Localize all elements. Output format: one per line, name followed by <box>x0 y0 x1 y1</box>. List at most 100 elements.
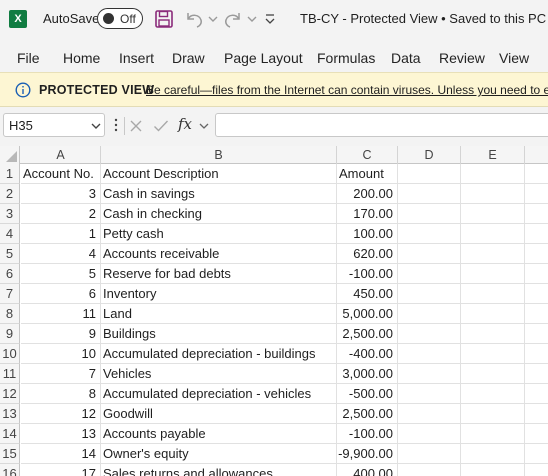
cell-amount[interactable]: 3,000.00 <box>337 364 398 384</box>
cell-empty-d[interactable] <box>398 244 461 264</box>
cell-empty-d[interactable] <box>398 224 461 244</box>
cell-account-no[interactable]: 2 <box>21 204 101 224</box>
cell-empty-f[interactable] <box>525 304 548 324</box>
cell-empty-d[interactable] <box>398 264 461 284</box>
cell-account-description[interactable]: Inventory <box>101 284 337 304</box>
cell-account-no[interactable]: 17 <box>21 464 101 476</box>
cell-empty-d[interactable] <box>398 304 461 324</box>
cell-account-description[interactable]: Sales returns and allowances <box>101 464 337 476</box>
save-icon[interactable] <box>154 9 174 29</box>
cell-account-no[interactable]: 11 <box>21 304 101 324</box>
undo-icon[interactable] <box>183 9 205 29</box>
cell-empty-f[interactable] <box>525 384 548 404</box>
cell-empty-f[interactable] <box>525 164 548 184</box>
cell-empty-d[interactable] <box>398 284 461 304</box>
customize-toolbar-icon[interactable] <box>264 12 276 26</box>
row-header[interactable]: 13 <box>0 404 20 424</box>
cell-account-description[interactable]: Account Description <box>101 164 337 184</box>
cell-empty-d[interactable] <box>398 384 461 404</box>
row-header[interactable]: 14 <box>0 424 20 444</box>
cell-account-description[interactable]: Cash in savings <box>101 184 337 204</box>
cell-account-description[interactable]: Goodwill <box>101 404 337 424</box>
cell-empty-f[interactable] <box>525 324 548 344</box>
row-header[interactable]: 6 <box>0 264 20 284</box>
cell-empty-e[interactable] <box>461 364 525 384</box>
cell-empty-f[interactable] <box>525 224 548 244</box>
row-header[interactable]: 9 <box>0 324 20 344</box>
tab-draw[interactable]: Draw <box>172 50 205 66</box>
tab-page-layout[interactable]: Page Layout <box>224 50 303 66</box>
cell-empty-f[interactable] <box>525 344 548 364</box>
cell-empty-d[interactable] <box>398 444 461 464</box>
cell-empty-e[interactable] <box>461 344 525 364</box>
cell-empty-f[interactable] <box>525 424 548 444</box>
cell-empty-f[interactable] <box>525 244 548 264</box>
fx-chevron-down-icon[interactable] <box>198 120 210 132</box>
cell-amount[interactable]: -500.00 <box>337 384 398 404</box>
cell-empty-e[interactable] <box>461 184 525 204</box>
cell-account-description[interactable]: Buildings <box>101 324 337 344</box>
tab-view[interactable]: View <box>499 50 529 66</box>
cell-amount[interactable]: 2,500.00 <box>337 404 398 424</box>
cell-empty-e[interactable] <box>461 284 525 304</box>
row-header[interactable]: 1 <box>0 164 20 184</box>
column-header-b[interactable]: B <box>101 146 337 164</box>
tab-home[interactable]: Home <box>63 50 100 66</box>
cell-amount[interactable]: -400.00 <box>337 344 398 364</box>
row-header[interactable]: 12 <box>0 384 20 404</box>
select-all-button[interactable] <box>0 146 20 164</box>
cell-empty-e[interactable] <box>461 324 525 344</box>
column-header-a[interactable]: A <box>21 146 101 164</box>
tab-formulas[interactable]: Formulas <box>317 50 375 66</box>
cell-empty-e[interactable] <box>461 204 525 224</box>
row-header[interactable]: 11 <box>0 364 20 384</box>
cell-empty-d[interactable] <box>398 464 461 476</box>
cell-account-no[interactable]: 1 <box>21 224 101 244</box>
row-header[interactable]: 15 <box>0 444 20 464</box>
tab-review[interactable]: Review <box>439 50 485 66</box>
cell-empty-d[interactable] <box>398 164 461 184</box>
cell-account-description[interactable]: Accumulated depreciation - buildings <box>101 344 337 364</box>
tab-data[interactable]: Data <box>391 50 421 66</box>
cell-empty-e[interactable] <box>461 264 525 284</box>
cell-amount[interactable]: 170.00 <box>337 204 398 224</box>
cell-account-no[interactable]: 6 <box>21 284 101 304</box>
cell-amount[interactable]: 620.00 <box>337 244 398 264</box>
cell-empty-d[interactable] <box>398 344 461 364</box>
cell-amount[interactable]: -100.00 <box>337 424 398 444</box>
cell-empty-f[interactable] <box>525 284 548 304</box>
cell-account-description[interactable]: Accumulated depreciation - vehicles <box>101 384 337 404</box>
cell-empty-e[interactable] <box>461 464 525 476</box>
undo-dropdown-chevron-icon[interactable] <box>207 12 219 26</box>
cell-account-description[interactable]: Reserve for bad debts <box>101 264 337 284</box>
redo-dropdown-chevron-icon[interactable] <box>246 12 258 26</box>
cell-empty-f[interactable] <box>525 264 548 284</box>
cell-account-no[interactable]: 9 <box>21 324 101 344</box>
cell-empty-f[interactable] <box>525 204 548 224</box>
cell-amount[interactable]: 450.00 <box>337 284 398 304</box>
row-header[interactable]: 8 <box>0 304 20 324</box>
cell-empty-e[interactable] <box>461 404 525 424</box>
cell-account-no[interactable]: 14 <box>21 444 101 464</box>
cell-empty-e[interactable] <box>461 224 525 244</box>
document-title[interactable]: TB-CY - Protected View • Saved to this P… <box>300 11 548 27</box>
row-header[interactable]: 3 <box>0 204 20 224</box>
cell-account-no[interactable]: 3 <box>21 184 101 204</box>
cell-account-no[interactable]: 7 <box>21 364 101 384</box>
cell-amount[interactable]: 2,500.00 <box>337 324 398 344</box>
worksheet-grid[interactable]: A B C D E 1 Account No. Account Descriptio… <box>0 146 548 476</box>
column-header-e[interactable]: E <box>461 146 525 164</box>
tab-insert[interactable]: Insert <box>119 50 154 66</box>
cell-account-description[interactable]: Land <box>101 304 337 324</box>
row-header[interactable]: 16 <box>0 464 20 476</box>
more-options-icon[interactable] <box>113 116 119 134</box>
cell-empty-d[interactable] <box>398 424 461 444</box>
row-header[interactable]: 2 <box>0 184 20 204</box>
row-header[interactable]: 4 <box>0 224 20 244</box>
cell-empty-e[interactable] <box>461 424 525 444</box>
enter-check-icon[interactable] <box>153 119 169 133</box>
cancel-icon[interactable] <box>129 119 143 133</box>
row-header[interactable]: 5 <box>0 244 20 264</box>
cell-empty-e[interactable] <box>461 244 525 264</box>
cell-amount[interactable]: Amount <box>337 164 398 184</box>
